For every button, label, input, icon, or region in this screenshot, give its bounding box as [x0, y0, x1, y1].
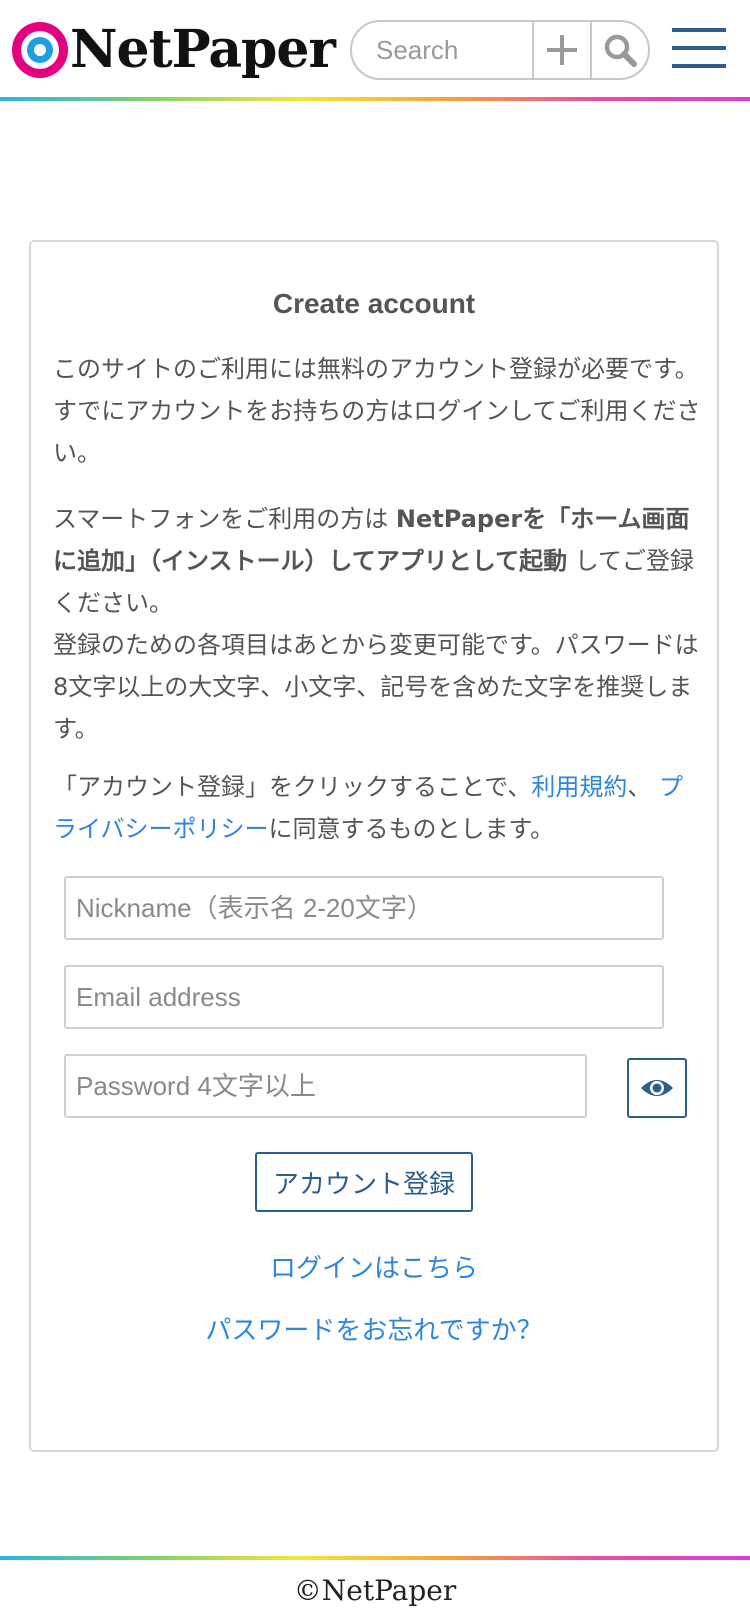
agreement-pre: 「アカウント登録」をクリックすることで、 [53, 773, 532, 801]
add-button[interactable] [534, 22, 590, 78]
email-field[interactable] [64, 965, 664, 1029]
logo-mark-icon [12, 22, 68, 78]
card-title: Create account [272, 288, 476, 319]
logo-text: NetPaper [70, 19, 336, 80]
terms-link[interactable]: 利用規約 [531, 773, 627, 801]
search-bar [350, 20, 650, 80]
search-button[interactable] [592, 22, 648, 78]
items-note: 登録のための各項目はあとから変更可能です。パスワードは8文字以上の大文字、小文字… [53, 631, 699, 743]
plus-icon [547, 35, 577, 65]
app-header: NetPaper [0, 0, 750, 100]
login-link[interactable]: ログインはこちら [31, 1248, 717, 1285]
show-password-button[interactable] [627, 1058, 687, 1118]
netpaper-logo[interactable]: NetPaper [12, 18, 336, 82]
agreement-sep: 、 [627, 773, 659, 801]
nickname-field[interactable] [64, 876, 664, 940]
intro-text: このサイトのご利用には無料のアカウント登録が必要です。すでにアカウントをお持ちの… [53, 355, 701, 467]
password-field[interactable] [64, 1054, 587, 1118]
smartphone-note: スマートフォンをご利用の方は NetPaperを「ホーム画面に追加」（インストー… [53, 498, 701, 750]
footer-copyright: ©NetPaper [293, 1574, 457, 1607]
search-input[interactable] [352, 22, 532, 78]
create-account-card: Create account このサイトのご利用には無料のアカウント登録が必要で… [29, 240, 719, 1452]
footer-divider [0, 1556, 750, 1560]
create-account-button[interactable]: アカウント登録 [255, 1152, 473, 1212]
hamburger-menu-button[interactable] [672, 28, 726, 70]
agreement-post: に同意するものとします。 [268, 815, 555, 843]
agreement-text: 「アカウント登録」をクリックすることで、利用規約、 プライバシーポリシーに同意す… [53, 766, 701, 850]
magnifier-icon [604, 34, 637, 67]
eye-icon [641, 1080, 673, 1096]
header-divider [0, 97, 750, 101]
hamburger-icon [672, 28, 726, 32]
smartphone-note-pre: スマートフォンをご利用の方は [53, 505, 396, 533]
forgot-password-link[interactable]: パスワードをお忘れですか？ [31, 1310, 717, 1347]
